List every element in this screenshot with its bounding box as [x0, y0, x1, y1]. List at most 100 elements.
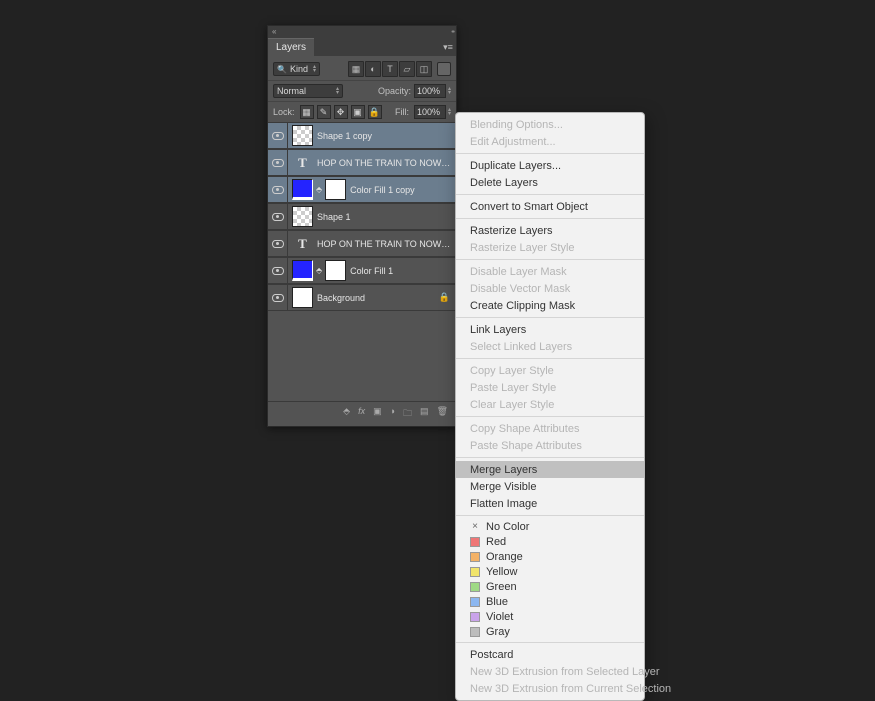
- layer-row[interactable]: Background🔒: [268, 284, 456, 311]
- menu-item[interactable]: Link Layers: [456, 321, 644, 338]
- visibility-toggle[interactable]: [268, 285, 288, 310]
- filter-type-icon[interactable]: T: [382, 61, 398, 77]
- adjustment-layer-icon[interactable]: ◑: [390, 406, 395, 422]
- type-layer-icon[interactable]: T: [292, 233, 313, 254]
- menu-item-color-label[interactable]: Gray: [456, 624, 644, 639]
- menu-item: Blending Options...: [456, 116, 644, 133]
- lock-artboard-icon[interactable]: ▣: [351, 105, 365, 119]
- layer-context-menu: Blending Options...Edit Adjustment...Dup…: [455, 112, 645, 701]
- menu-item[interactable]: Convert to Smart Object: [456, 198, 644, 215]
- panel-drag-bar[interactable]: « ••••: [268, 26, 456, 38]
- layer-row[interactable]: Shape 1 copy: [268, 122, 456, 149]
- visibility-toggle[interactable]: [268, 231, 288, 256]
- eye-icon: [272, 132, 284, 140]
- layer-thumbnail[interactable]: [292, 260, 313, 281]
- menu-item[interactable]: Flatten Image: [456, 495, 644, 512]
- menu-item-color-label[interactable]: Yellow: [456, 564, 644, 579]
- menu-item-color-label[interactable]: Violet: [456, 609, 644, 624]
- menu-item-color-label[interactable]: ×No Color: [456, 519, 644, 534]
- mask-thumbnail[interactable]: [325, 179, 346, 200]
- menu-item: Disable Vector Mask: [456, 280, 644, 297]
- fill-stepper-icon[interactable]: ▴▾: [448, 108, 451, 116]
- filter-pixel-icon[interactable]: ▦: [348, 61, 364, 77]
- panel-menu-icon[interactable]: ▾≡: [440, 38, 456, 56]
- menu-item-color-label[interactable]: Green: [456, 579, 644, 594]
- menu-item-label: Gray: [486, 626, 510, 638]
- layer-thumbnail[interactable]: [292, 287, 313, 308]
- visibility-toggle[interactable]: [268, 204, 288, 229]
- layer-row[interactable]: Shape 1: [268, 203, 456, 230]
- visibility-toggle[interactable]: [268, 177, 288, 202]
- tab-layers[interactable]: Layers: [268, 38, 314, 56]
- layer-style-icon[interactable]: fx: [358, 406, 365, 422]
- layer-thumbnail[interactable]: [292, 125, 313, 146]
- menu-item[interactable]: Create Clipping Mask: [456, 297, 644, 314]
- layers-panel-footer: ⬘ fx ▣ ◑ 🗀 ▤ 🗑: [268, 401, 456, 426]
- layer-row[interactable]: ⬘ Color Fill 1 copy: [268, 176, 456, 203]
- visibility-toggle[interactable]: [268, 123, 288, 148]
- fill-input[interactable]: [414, 105, 446, 119]
- visibility-toggle[interactable]: [268, 258, 288, 283]
- layer-content: ⬘ Color Fill 1 copy: [288, 179, 456, 200]
- lock-position-icon[interactable]: ✥: [334, 105, 348, 119]
- color-swatch-icon: [470, 612, 480, 622]
- menu-item-label: No Color: [486, 521, 529, 533]
- menu-item-label: Orange: [486, 551, 523, 563]
- panel-collapse-icon[interactable]: «: [272, 27, 276, 36]
- delete-layer-icon[interactable]: 🗑: [437, 406, 448, 422]
- filter-toggle-switch[interactable]: [437, 62, 451, 76]
- mask-thumbnail[interactable]: [325, 260, 346, 281]
- lock-transparency-icon[interactable]: ▦: [300, 105, 314, 119]
- new-layer-icon[interactable]: ▤: [420, 406, 429, 422]
- new-group-icon[interactable]: 🗀: [403, 406, 412, 422]
- filter-adjustment-icon[interactable]: ◐: [365, 61, 381, 77]
- lock-all-icon[interactable]: 🔒: [368, 105, 382, 119]
- layer-name-label[interactable]: Shape 1 copy: [317, 131, 372, 141]
- blend-mode-dropdown[interactable]: Normal ▴▾: [273, 84, 343, 98]
- link-layers-icon[interactable]: ⬘: [343, 406, 350, 422]
- opacity-stepper-icon[interactable]: ▴▾: [448, 87, 451, 95]
- eye-icon: [272, 213, 284, 221]
- menu-item-color-label[interactable]: Orange: [456, 549, 644, 564]
- opacity-input[interactable]: [414, 84, 446, 98]
- visibility-toggle[interactable]: [268, 150, 288, 175]
- layer-content: Shape 1 copy: [288, 125, 456, 146]
- filter-kind-dropdown[interactable]: 🔍 Kind ▴▾: [273, 62, 320, 76]
- type-layer-icon[interactable]: T: [292, 152, 313, 173]
- menu-item: New 3D Extrusion from Current Selection: [456, 680, 644, 697]
- layer-name-label[interactable]: Shape 1: [317, 212, 351, 222]
- search-icon: 🔍: [277, 65, 287, 74]
- lock-pixels-icon[interactable]: ✎: [317, 105, 331, 119]
- mask-link-icon[interactable]: ⬘: [316, 185, 322, 194]
- menu-separator: [456, 218, 644, 219]
- layer-mask-icon[interactable]: ▣: [373, 406, 382, 422]
- menu-item[interactable]: Duplicate Layers...: [456, 157, 644, 174]
- layer-name-label[interactable]: HOP ON THE TRAIN TO NOWHERE BABY: [317, 239, 456, 249]
- menu-item: Copy Layer Style: [456, 362, 644, 379]
- menu-separator: [456, 194, 644, 195]
- menu-item[interactable]: Postcard: [456, 646, 644, 663]
- menu-item[interactable]: Merge Layers: [456, 461, 644, 478]
- eye-icon: [272, 267, 284, 275]
- layer-name-label[interactable]: Background: [317, 293, 365, 303]
- menu-item[interactable]: Merge Visible: [456, 478, 644, 495]
- layer-name-label[interactable]: HOP ON THE TRAIN TO NOWHERE BAB...: [317, 158, 456, 168]
- filter-smart-icon[interactable]: ◫: [416, 61, 432, 77]
- menu-item[interactable]: Rasterize Layers: [456, 222, 644, 239]
- menu-item: Rasterize Layer Style: [456, 239, 644, 256]
- menu-item: Select Linked Layers: [456, 338, 644, 355]
- layer-name-label[interactable]: Color Fill 1 copy: [350, 185, 415, 195]
- layer-thumbnail[interactable]: [292, 206, 313, 227]
- layer-row[interactable]: T HOP ON THE TRAIN TO NOWHERE BAB...: [268, 149, 456, 176]
- menu-item[interactable]: Delete Layers: [456, 174, 644, 191]
- eye-icon: [272, 240, 284, 248]
- layer-row[interactable]: ⬘ Color Fill 1: [268, 257, 456, 284]
- menu-separator: [456, 317, 644, 318]
- layer-row[interactable]: T HOP ON THE TRAIN TO NOWHERE BABY: [268, 230, 456, 257]
- layer-thumbnail[interactable]: [292, 179, 313, 200]
- menu-item-color-label[interactable]: Red: [456, 534, 644, 549]
- filter-shape-icon[interactable]: ▱: [399, 61, 415, 77]
- layer-name-label[interactable]: Color Fill 1: [350, 266, 393, 276]
- mask-link-icon[interactable]: ⬘: [316, 266, 322, 275]
- menu-item-color-label[interactable]: Blue: [456, 594, 644, 609]
